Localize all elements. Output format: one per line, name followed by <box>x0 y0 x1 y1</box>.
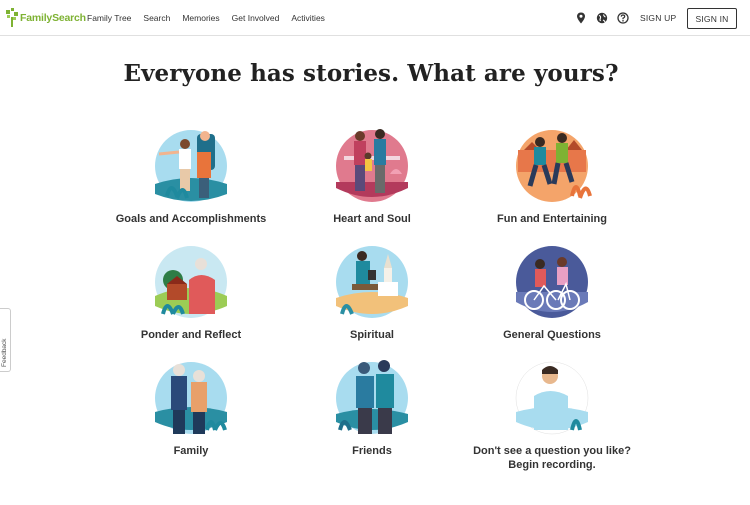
sign-up-link[interactable]: SIGN UP <box>640 13 676 23</box>
category-label: Friends <box>352 445 392 457</box>
category-begin-recording[interactable]: Don't see a question you like? Begin rec… <box>462 356 642 472</box>
page-headline: Everyone has stories. What are yours? <box>123 60 619 87</box>
spiritual-illustration <box>336 246 408 318</box>
category-fun[interactable]: Fun and Entertaining <box>462 124 642 226</box>
category-label: Family <box>173 445 209 457</box>
category-label: Heart and Soul <box>333 213 411 225</box>
location-icon[interactable] <box>575 12 587 24</box>
category-label: Goals and Accomplishments <box>115 213 267 225</box>
category-label: Fun and Entertaining <box>497 213 607 225</box>
header-icons <box>575 12 638 24</box>
begin-recording-illustration <box>515 361 589 435</box>
tree-logo-icon <box>6 8 18 27</box>
main-nav: Family Tree Search Memories Get Involved… <box>87 13 337 23</box>
logo-text: FamilySearch <box>20 12 86 24</box>
category-ponder[interactable]: Ponder and Reflect <box>101 240 281 342</box>
goals-illustration <box>155 130 227 202</box>
heart-and-soul-illustration <box>336 129 408 202</box>
category-label: Ponder and Reflect <box>140 329 242 341</box>
category-spiritual[interactable]: Spiritual <box>282 240 462 342</box>
category-family[interactable]: Family <box>101 356 281 458</box>
site-header: FamilySearch Family Tree Search Memories… <box>0 0 750 36</box>
category-friends[interactable]: Friends <box>282 356 462 458</box>
category-heart-and-soul[interactable]: Heart and Soul <box>282 124 462 226</box>
nav-search[interactable]: Search <box>143 13 170 23</box>
category-general-questions[interactable]: General Questions <box>462 240 642 342</box>
nav-family-tree[interactable]: Family Tree <box>87 13 131 23</box>
family-illustration <box>155 362 227 434</box>
fun-illustration <box>516 130 592 202</box>
feedback-label: Feedback <box>1 338 8 367</box>
sign-in-button[interactable]: SIGN IN <box>687 8 737 29</box>
familysearch-logo[interactable]: FamilySearch <box>5 7 86 29</box>
category-label: General Questions <box>503 329 601 341</box>
category-label: Spiritual <box>349 329 394 341</box>
nav-memories[interactable]: Memories <box>182 13 219 23</box>
nav-activities[interactable]: Activities <box>291 13 325 23</box>
friends-illustration <box>336 360 408 434</box>
nav-get-involved[interactable]: Get Involved <box>232 13 280 23</box>
ponder-illustration <box>155 246 227 318</box>
feedback-tab[interactable]: Feedback <box>0 308 11 372</box>
help-icon[interactable] <box>617 12 629 24</box>
globe-icon[interactable] <box>596 12 608 24</box>
category-goals[interactable]: Goals and Accomplishments <box>101 124 281 226</box>
general-questions-illustration <box>516 246 588 318</box>
category-label: Don't see a question you like? Begin rec… <box>473 445 631 471</box>
